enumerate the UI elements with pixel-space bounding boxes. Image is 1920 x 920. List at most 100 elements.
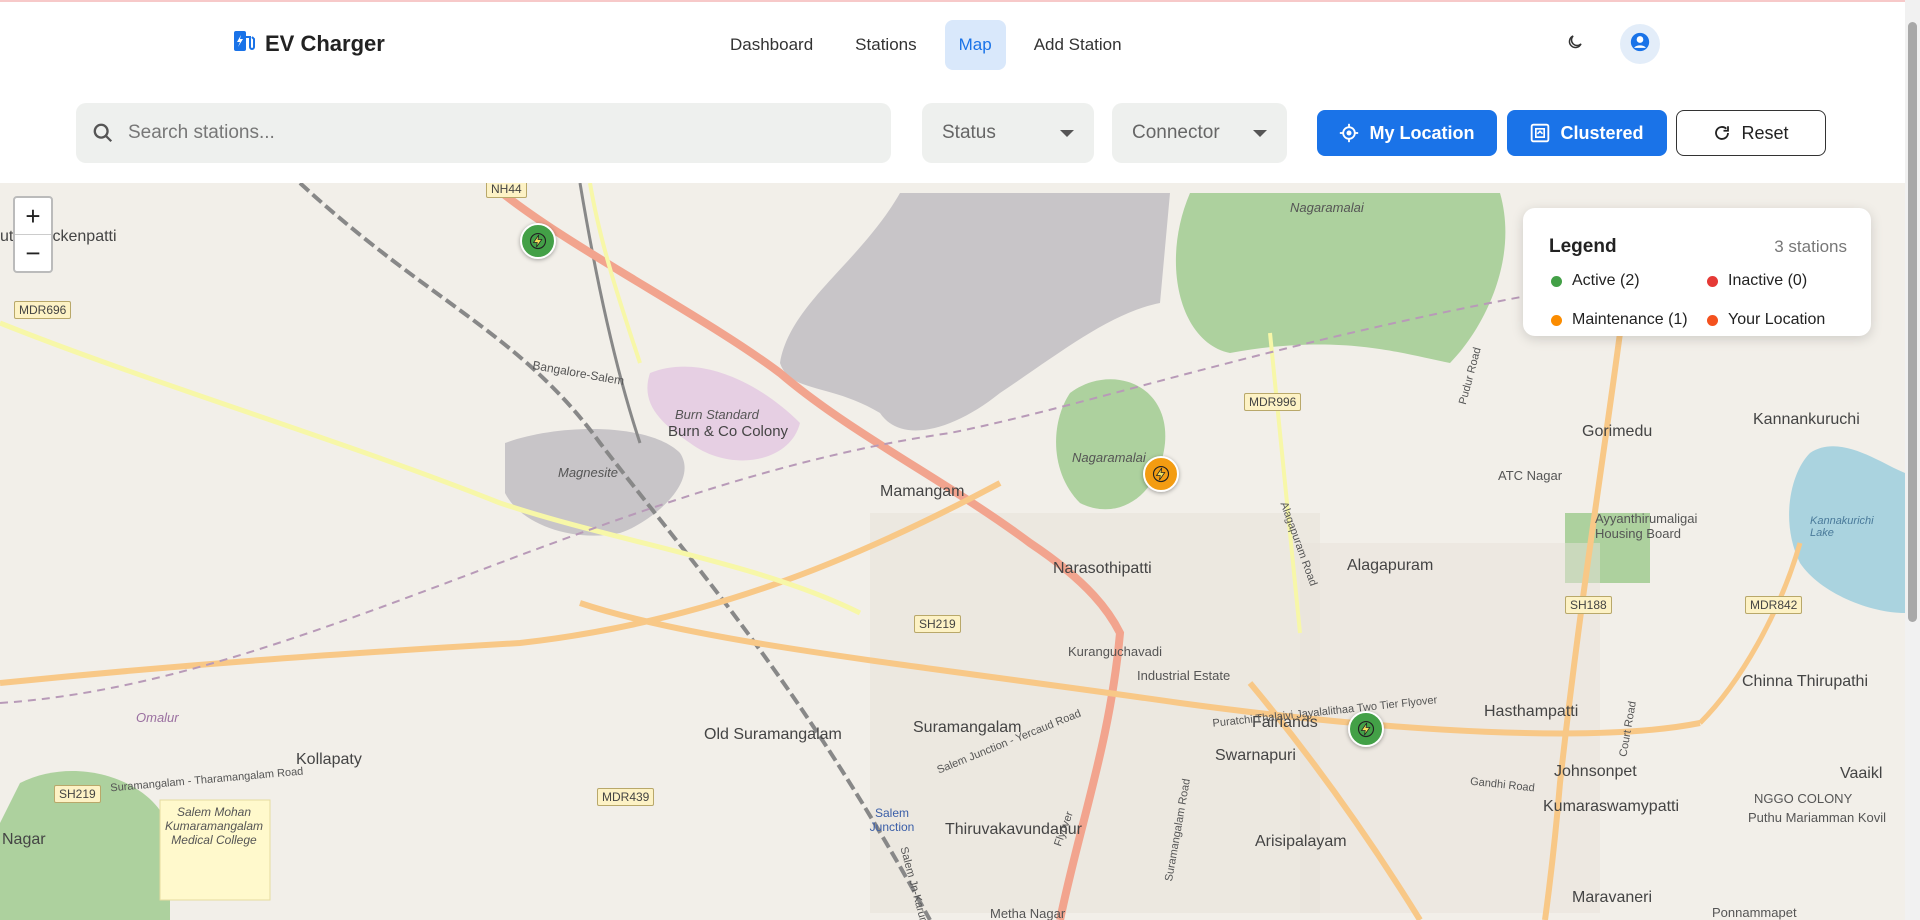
map-label-place: Arisipalayam <box>1255 833 1347 850</box>
map-label-place: Hasthampatti <box>1484 703 1579 720</box>
map-label-feature: Salem Junction <box>869 806 915 834</box>
status-select[interactable]: Status <box>922 103 1094 163</box>
connector-select-value: Connector <box>1132 122 1220 143</box>
legend-station-count: 3 stations <box>1774 237 1847 256</box>
map-label-place: Suramangalam <box>913 719 1022 736</box>
reset-button[interactable]: Reset <box>1676 110 1826 156</box>
map-label-feature: Burn & Co Colony <box>668 423 789 440</box>
user-avatar-icon <box>1630 32 1650 57</box>
search-box <box>76 103 891 163</box>
map-label-feature: Nagaramalai <box>1290 200 1364 215</box>
clustered-toggle-button[interactable]: Clustered <box>1507 110 1667 156</box>
legend-label: Your Location <box>1728 311 1826 328</box>
road-shield: MDR842 <box>1745 596 1803 614</box>
map-label-place: Kumaraswamypatti <box>1543 798 1680 815</box>
station-marker-active[interactable] <box>520 223 556 259</box>
status-dot <box>1707 314 1718 326</box>
map-label-feature: Kannakurichi Lake <box>1810 515 1874 539</box>
legend-label: Inactive (0) <box>1728 272 1808 289</box>
map-label-feature: Omalur <box>136 710 179 725</box>
road-shield: MDR996 <box>1244 393 1302 411</box>
map-label-place: Vaaikl <box>1840 765 1883 782</box>
road-shield: SH219 <box>914 615 961 633</box>
map-legend: Legend 3 stations Active (2) Inactive (0… <box>1523 208 1871 336</box>
legend-item-maintenance: Maintenance (1) <box>1551 311 1688 329</box>
legend-item-inactive: Inactive (0) <box>1707 272 1807 290</box>
map-label-place: Nagar <box>2 831 46 848</box>
nav-dashboard[interactable]: Dashboard <box>716 20 827 70</box>
status-select-value: Status <box>942 122 996 143</box>
moon-icon <box>1566 33 1584 56</box>
clustered-label: Clustered <box>1560 122 1644 143</box>
map-label-place: NGGO COLONY <box>1754 791 1853 806</box>
map-label-place: ATC Nagar <box>1498 468 1563 483</box>
map-toolbar: Status Connector My Location Clustered R… <box>0 83 1905 183</box>
page-scrollbar[interactable] <box>1905 0 1920 920</box>
reset-label: Reset <box>1741 122 1789 143</box>
status-dot <box>1551 314 1562 326</box>
main-nav: Dashboard Stations Map Add Station <box>716 20 1150 70</box>
map-canvas[interactable]: + − Mamangam Narasothipatti Alagapuram G… <box>0 183 1905 920</box>
map-label-place: Chinna Thirupathi <box>1742 673 1869 690</box>
refresh-icon <box>1713 124 1731 142</box>
chevron-down-icon <box>1253 129 1267 137</box>
chevron-down-icon <box>1060 129 1074 137</box>
my-location-button[interactable]: My Location <box>1317 110 1497 156</box>
map-label-place: Old Suramangalam <box>704 726 842 743</box>
map-label-feature: Magnesite <box>558 465 618 480</box>
map-label-place: Kollapaty <box>296 751 362 768</box>
nav-add-station[interactable]: Add Station <box>1020 20 1136 70</box>
zoom-control: + − <box>13 196 53 273</box>
crosshair-icon <box>1339 123 1359 143</box>
road-shield: MDR696 <box>14 301 72 319</box>
status-dot <box>1707 275 1718 287</box>
station-marker-active[interactable] <box>1348 711 1384 747</box>
legend-label: Maintenance (1) <box>1572 311 1688 328</box>
ev-charger-logo-icon <box>233 29 255 58</box>
map-label-place: Swarnapuri <box>1215 747 1296 764</box>
map-label-place: Mamangam <box>880 483 965 500</box>
theme-toggle-button[interactable] <box>1555 24 1595 64</box>
legend-title: Legend <box>1549 236 1617 257</box>
legend-label: Active (2) <box>1572 272 1640 289</box>
nav-stations[interactable]: Stations <box>841 20 930 70</box>
map-label-place: Industrial Estate <box>1137 668 1231 683</box>
map-label-place: Johnsonpet <box>1554 763 1637 780</box>
map-label-place: Ponnammapet <box>1712 905 1797 920</box>
map-label-place: Metha Nagar <box>990 906 1066 920</box>
road-shield: SH188 <box>1565 596 1612 614</box>
brand[interactable]: EV Charger <box>233 29 385 58</box>
map-label-feature: Ayyanthirumaligai Housing Board <box>1595 511 1698 541</box>
my-location-label: My Location <box>1369 122 1475 143</box>
road-shield: NH44 <box>486 183 527 198</box>
search-input[interactable] <box>126 121 850 145</box>
zoom-in-button[interactable]: + <box>15 198 51 235</box>
lightning-bolt-icon <box>1357 720 1375 738</box>
map-label-place: Puthu Mariamman Kovil <box>1748 810 1886 825</box>
road-shield: MDR439 <box>597 788 655 806</box>
connector-select[interactable]: Connector <box>1112 103 1287 163</box>
legend-item-your-location: Your Location <box>1707 311 1825 329</box>
map-label-place: Kannankuruchi <box>1753 411 1860 428</box>
status-dot <box>1551 275 1562 287</box>
nav-map[interactable]: Map <box>944 20 1006 70</box>
scrollbar-thumb[interactable] <box>1908 22 1917 622</box>
lightning-bolt-icon <box>1152 465 1170 483</box>
map-label-place: Kuranguchavadi <box>1068 644 1162 659</box>
map-label-place: Maravaneri <box>1572 889 1653 906</box>
road-shield: SH219 <box>54 785 101 803</box>
legend-item-active: Active (2) <box>1551 272 1640 290</box>
map-label-feature: Nagaramalai <box>1072 450 1146 465</box>
station-marker-maintenance[interactable] <box>1143 456 1179 492</box>
map-label-place: Gorimedu <box>1582 423 1653 440</box>
map-label-feature: Salem Mohan Kumaramangalam Medical Colle… <box>164 805 264 847</box>
app-title: EV Charger <box>265 30 385 56</box>
zoom-out-button[interactable]: − <box>15 235 51 271</box>
map-label-place: Alagapuram <box>1347 557 1434 574</box>
map-label-place: Narasothipatti <box>1053 560 1152 577</box>
search-icon <box>92 122 114 144</box>
navbar: EV Charger Dashboard Stations Map Add St… <box>0 2 1905 84</box>
cluster-icon <box>1530 123 1550 143</box>
user-menu-button[interactable] <box>1620 24 1660 64</box>
lightning-bolt-icon <box>529 232 547 250</box>
